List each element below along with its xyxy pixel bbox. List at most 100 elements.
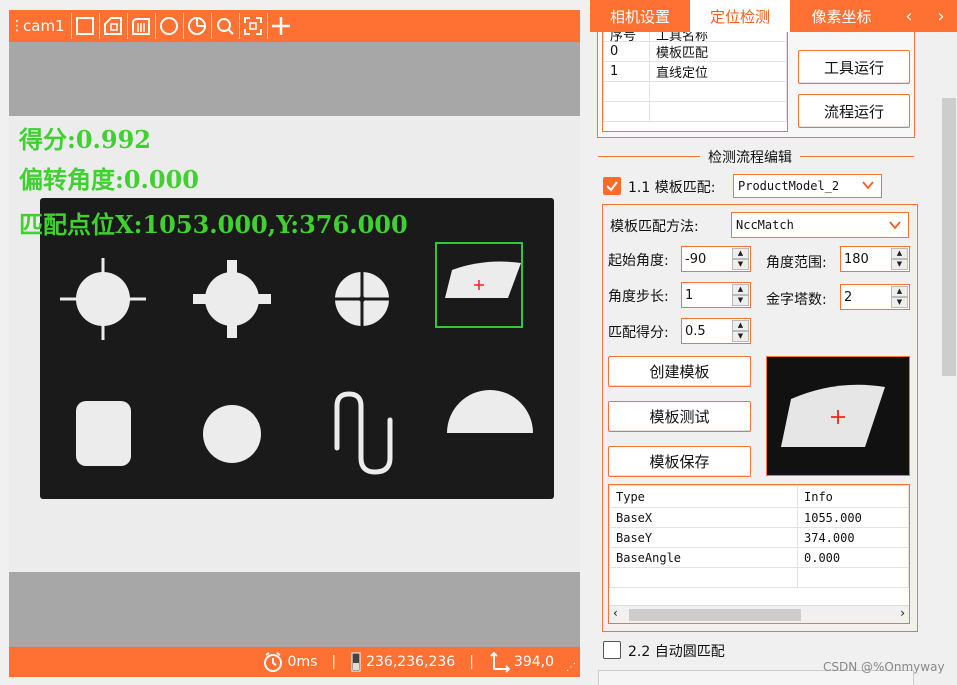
save-template-button[interactable]: 模板保存 <box>608 446 751 477</box>
camera-view[interactable]: 得分:0.992 偏转角度:0.000 匹配点位X:1053.000,Y:376… <box>9 42 580 647</box>
chevron-down-icon <box>862 181 874 190</box>
table-row[interactable]: BaseX 1055.000 <box>609 507 909 528</box>
header-type: Type <box>609 485 798 508</box>
fit-icon[interactable] <box>238 13 267 39</box>
status-time: 0ms <box>262 651 317 673</box>
model-select-value: ProductModel_2 <box>738 179 840 193</box>
spin-up-icon[interactable]: ▲ <box>891 286 908 297</box>
status-rgb-value: 236,236,236 <box>366 654 456 670</box>
overlay-score: 得分:0.992 <box>19 125 152 154</box>
camera-name: cam1 <box>23 17 65 35</box>
horizontal-scrollbar[interactable]: ‹ › <box>609 605 909 623</box>
spin-down-icon[interactable]: ▼ <box>891 297 908 308</box>
vertical-scrollbar[interactable] <box>940 32 957 685</box>
create-template-button[interactable]: 创建模板 <box>608 356 751 387</box>
status-rgb: 236,236,236 <box>350 651 455 673</box>
template-preview <box>766 356 910 476</box>
camera-status-bar: 0ms | 236,236,236 | 394,0 ⋰ <box>9 647 580 677</box>
step1-checkbox[interactable] <box>603 177 621 195</box>
pie-icon[interactable] <box>182 13 211 39</box>
resize-grip-icon[interactable]: ⋰ <box>566 662 576 673</box>
angle-step-input[interactable]: 1 ▲ ▼ <box>681 282 751 308</box>
tool-id: 0 <box>603 41 650 62</box>
mask-icon[interactable] <box>126 13 155 39</box>
status-coords-value: 394,0 <box>513 654 554 670</box>
circle-icon[interactable] <box>154 13 183 39</box>
spin-down-icon[interactable]: ▼ <box>732 331 749 342</box>
score-label: 匹配得分: <box>608 325 669 341</box>
score-input[interactable]: 0.5 ▲ ▼ <box>681 318 751 344</box>
tab-camera-settings[interactable]: 相机设置 <box>590 0 690 32</box>
watermark: CSDN @%Onmyway <box>823 660 945 674</box>
pixel-value-icon <box>351 652 361 672</box>
angle-range-input[interactable]: 180 ▲ ▼ <box>840 246 910 272</box>
section-title: 检测流程编辑 <box>700 147 800 167</box>
tool-run-button[interactable]: 工具运行 <box>798 50 910 84</box>
flow-run-button[interactable]: 流程运行 <box>798 94 910 128</box>
scroll-left-icon[interactable]: ‹ <box>613 606 618 620</box>
overlay-angle: 偏转角度:0.000 <box>19 165 200 194</box>
scroll-thumb[interactable] <box>629 609 801 621</box>
step2-label: 2.2 自动圆匹配 <box>628 644 725 660</box>
pyramid-value: 2 <box>844 289 853 305</box>
score-value: 0.5 <box>685 323 706 339</box>
match-result-box <box>435 242 523 328</box>
method-select[interactable]: NccMatch <box>731 212 909 238</box>
drag-handle-icon[interactable]: ⋮ <box>9 18 24 34</box>
table-row[interactable]: BaseAngle 0.000 <box>609 547 909 568</box>
tab-locate-detect[interactable]: 定位检测 <box>690 0 790 32</box>
table-row[interactable]: BaseY 374.000 <box>609 527 909 548</box>
spin-down-icon[interactable]: ▼ <box>732 259 749 270</box>
camera-toolbar: ⋮ cam1 <box>9 10 580 42</box>
spin-up-icon[interactable]: ▲ <box>732 284 749 295</box>
scroll-thumb[interactable] <box>942 98 956 376</box>
table-row <box>609 567 909 588</box>
angle-step-value: 1 <box>685 287 694 303</box>
tab-prev-icon[interactable]: ‹ <box>893 0 925 32</box>
table-row[interactable]: 1 直线定位 <box>603 61 787 82</box>
tab-bar: 相机设置 定位检测 像素坐标 ‹ › <box>590 0 957 32</box>
spin-up-icon[interactable]: ▲ <box>732 320 749 331</box>
table-row <box>603 81 787 102</box>
table-row <box>603 101 787 122</box>
pyramid-label: 金字塔数: <box>766 292 827 308</box>
angle-range-value: 180 <box>844 251 869 267</box>
result-table: Type Info BaseX 1055.000 BaseY 374.000 B… <box>608 484 910 624</box>
spin-up-icon[interactable]: ▲ <box>891 248 908 259</box>
spin-down-icon[interactable]: ▼ <box>732 295 749 306</box>
tab-next-icon[interactable]: › <box>925 0 957 32</box>
step1-label: 1.1 模板匹配: <box>628 180 716 196</box>
result-type: BaseY <box>609 527 798 548</box>
angle-step-label: 角度步长: <box>608 289 669 305</box>
rect-icon[interactable] <box>70 13 99 39</box>
pyramid-input[interactable]: 2 ▲ ▼ <box>840 284 910 310</box>
status-separator: | <box>469 654 474 670</box>
result-table-header: Type Info <box>609 485 909 508</box>
table-row[interactable]: 0 模板匹配 <box>603 41 787 62</box>
header-info: Info <box>797 485 909 508</box>
status-coords: 394,0 <box>488 651 554 673</box>
start-angle-label: 起始角度: <box>608 253 669 269</box>
test-template-button[interactable]: 模板测试 <box>608 401 751 432</box>
tool-name: 模板匹配 <box>649 41 787 62</box>
method-label: 模板匹配方法: <box>610 219 699 235</box>
header-tool-name: 工具名称 <box>649 32 787 43</box>
spin-up-icon[interactable]: ▲ <box>732 248 749 259</box>
tab-pixel-coords[interactable]: 像素坐标 <box>790 0 893 32</box>
overlay-position: 匹配点位X:1053.000,Y:376.000 <box>19 210 408 239</box>
crosshair-icon[interactable] <box>266 13 295 39</box>
method-select-value: NccMatch <box>736 218 794 232</box>
zoom-icon[interactable] <box>210 13 239 39</box>
tool-table: 序号 工具名称 0 模板匹配 1 直线定位 <box>602 32 788 132</box>
spin-down-icon[interactable]: ▼ <box>891 259 908 270</box>
scroll-right-icon[interactable]: › <box>900 606 905 620</box>
result-type: BaseAngle <box>609 547 798 568</box>
step2-checkbox[interactable] <box>603 641 621 659</box>
start-angle-input[interactable]: -90 ▲ ▼ <box>681 246 751 272</box>
model-select[interactable]: ProductModel_2 <box>733 174 882 198</box>
header-id: 序号 <box>603 32 650 43</box>
polygon-icon[interactable] <box>98 13 127 39</box>
result-info: 374.000 <box>797 527 909 548</box>
chevron-down-icon <box>889 221 901 230</box>
locate-detect-panel: 序号 工具名称 0 模板匹配 1 直线定位 工具运行 流程运行 检测流程编辑 1… <box>590 32 940 685</box>
